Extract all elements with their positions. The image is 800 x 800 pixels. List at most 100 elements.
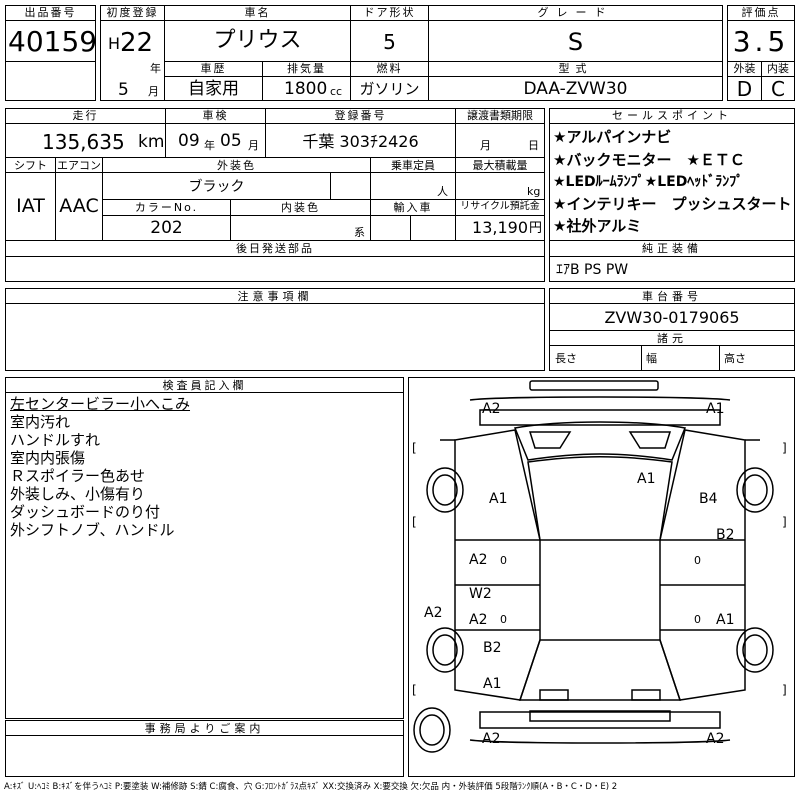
inspector-note: 左センタービラー小へこみ — [10, 395, 191, 413]
car-name-label: 車名 — [244, 6, 271, 19]
interior-color-unit: 系 — [354, 226, 365, 239]
sales-point-item: ★バックモニター ★ＥＴＣ — [553, 151, 745, 169]
exterior-color: ブラック — [188, 179, 245, 195]
shift-label: シフト — [14, 159, 47, 172]
sales-point-item: ★LEDﾙｰﾑﾗﾝﾌﾟ★LEDﾍｯﾄﾞﾗﾝﾌﾟ — [553, 174, 744, 190]
recycle-unit: 円 — [529, 221, 543, 236]
max-load-unit: kg — [527, 185, 541, 198]
damage-mark: B4 — [699, 491, 718, 507]
exterior-grade: D — [736, 77, 753, 101]
bracket-mark: ] — [782, 515, 787, 529]
damage-mark: A2 — [424, 605, 443, 621]
shift: IAT — [16, 195, 45, 217]
history-label: 車歴 — [200, 62, 227, 75]
sales-points-label: セールスポイント — [612, 109, 732, 122]
damage-mark: A1 — [706, 401, 725, 417]
score: 3.5 — [732, 25, 790, 58]
damage-legend: A:ｷｽﾞ U:ﾍｺﾐ B:ｷｽﾞを伴うﾍｺﾐ P:要塗装 W:補修跡 S:錆 … — [4, 782, 618, 792]
inspector-note: 室内汚れ — [10, 413, 71, 431]
bracket-mark: [ — [412, 515, 417, 529]
displacement-unit: cc — [330, 85, 343, 98]
doors: 5 — [383, 30, 396, 54]
bracket-mark: ] — [782, 441, 787, 455]
inspection-month: 05 — [220, 131, 242, 151]
zero-mark: 0 — [694, 554, 701, 567]
notes-label: 注意事項欄 — [237, 290, 313, 303]
exterior-color-label: 外装色 — [217, 159, 256, 172]
era: H — [108, 34, 121, 53]
interior-label: 内装 — [767, 62, 789, 75]
inspector-notes-label: 検査員記入欄 — [162, 379, 247, 392]
model-label: 型式 — [558, 62, 593, 75]
registration-year: 22 — [120, 28, 154, 58]
inspector-note: 外装しみ、小傷有り — [10, 485, 146, 503]
office-notice-label: 事務局よりご案内 — [144, 722, 265, 735]
damage-mark: A1 — [483, 676, 502, 692]
height-label: 高さ — [724, 352, 746, 365]
interior-grade: C — [771, 77, 785, 101]
mileage-label: 走行 — [72, 109, 99, 122]
damage-mark: A2 — [469, 612, 488, 628]
sales-point-item: ★インテリキー プッシュスタート — [553, 195, 792, 213]
model: DAA-ZVW30 — [523, 79, 628, 99]
damage-mark: W2 — [469, 586, 492, 602]
damage-mark: A2 — [706, 731, 725, 747]
year-unit: 年 — [150, 62, 161, 75]
exterior-label: 外装 — [733, 62, 756, 75]
capacity-unit: 人 — [437, 185, 448, 198]
length-label: 長さ — [555, 352, 577, 365]
lot-number: 40159 — [8, 25, 98, 58]
fuel: ガソリン — [359, 80, 420, 98]
inspector-note: 外シフトノブ、ハンドル — [10, 521, 175, 539]
aircon: AAC — [59, 195, 99, 217]
bracket-mark: ] — [782, 683, 787, 697]
chassis-number: ZVW30-0179065 — [604, 308, 740, 327]
bracket-mark: [ — [412, 683, 417, 697]
bracket-mark: [ — [412, 441, 417, 455]
max-load-label: 最大積載量 — [472, 159, 528, 172]
damage-mark: A2 — [482, 731, 501, 747]
damage-mark: A1 — [637, 471, 656, 487]
grade: S — [567, 28, 584, 56]
sales-point-item: ★アルパインナビ — [553, 128, 672, 146]
mileage: 135,635 — [42, 130, 125, 154]
damage-mark: A2 — [482, 401, 501, 417]
inspection-year: 09 — [178, 131, 200, 151]
damage-mark: A2 — [469, 552, 488, 568]
inspection-year-unit: 年 — [204, 139, 215, 152]
inspection-month-unit: 月 — [248, 139, 259, 152]
registration-number: 千葉 303ﾁ2426 — [302, 132, 419, 151]
specs-label: 諸元 — [657, 332, 687, 345]
fuel-label: 燃料 — [376, 62, 403, 75]
history: 自家用 — [188, 79, 239, 99]
damage-mark: B2 — [483, 640, 502, 656]
inspector-note: ダッシュボードのり付 — [10, 503, 161, 521]
zero-mark: 0 — [500, 554, 507, 567]
car-name: プリウス — [213, 28, 302, 53]
mileage-unit: km — [138, 132, 165, 152]
damage-mark: B2 — [716, 527, 735, 543]
transfer-day-unit: 日 — [528, 139, 539, 152]
grade-label: グレード — [537, 6, 614, 19]
zero-mark: 0 — [500, 613, 507, 626]
transfer-deadline-label: 譲渡書類期限 — [467, 109, 533, 122]
registration-number-label: 登録番号 — [334, 109, 387, 122]
recycle-fee: 13,190 — [472, 218, 528, 237]
aircon-label: エアコン — [57, 159, 101, 172]
inspector-note: Ｒスポイラー色あせ — [10, 467, 146, 485]
import-label: 輸入車 — [393, 201, 433, 214]
recycle-label: リサイクル預託金 — [460, 201, 540, 212]
displacement: 1800 — [284, 79, 328, 99]
inspector-note: 室内内張傷 — [10, 449, 86, 467]
sales-point-item: ★社外アルミ — [553, 217, 642, 235]
score-label: 評価点 — [741, 6, 781, 19]
month-unit: 月 — [148, 85, 159, 98]
damage-mark: A1 — [489, 491, 508, 507]
standard-equipment-label: 純正装備 — [642, 242, 702, 255]
damage-mark: A1 — [716, 612, 735, 628]
first-registration-label: 初度登録 — [106, 6, 159, 19]
capacity-label: 乗車定員 — [391, 159, 435, 172]
width-label: 幅 — [646, 352, 657, 365]
interior-color-label: 内装色 — [281, 201, 320, 214]
car-diagram — [413, 380, 774, 753]
